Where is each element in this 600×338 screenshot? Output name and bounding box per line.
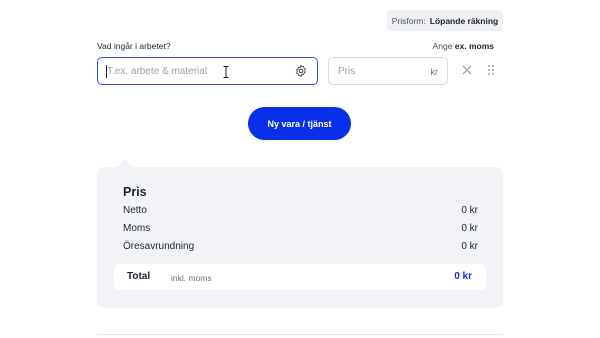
- summary-row-value: 0 kr: [461, 205, 478, 216]
- text-caret: [106, 65, 107, 78]
- pricing-type-value: Löpande räkning: [429, 15, 499, 26]
- drag-handle-icon[interactable]: [486, 64, 496, 76]
- settings-gear-icon[interactable]: [294, 64, 308, 78]
- summary-row-value: 0 kr: [461, 241, 478, 252]
- price-summary-panel: Pris Netto 0 kr Moms 0 kr Öresavrundning…: [97, 159, 503, 308]
- work-description-placeholder: T.ex. arbete & material: [107, 66, 208, 77]
- tax-mode-prefix: Ange: [432, 41, 453, 51]
- work-description-input[interactable]: T.ex. arbete & material: [97, 57, 318, 85]
- panel-pointer: [117, 159, 133, 167]
- close-icon[interactable]: [461, 64, 473, 76]
- tax-mode-value: ex. moms: [454, 41, 494, 51]
- pricing-type-label: Prisform:: [391, 15, 426, 26]
- pricing-type-badge[interactable]: Prisform: Löpande räkning: [387, 10, 503, 31]
- price-placeholder: Pris: [338, 66, 356, 77]
- total-label: Total: [127, 271, 151, 282]
- work-question-label: Vad ingår i arbetet?: [97, 41, 171, 51]
- summary-row-net: Netto 0 kr: [123, 205, 478, 216]
- summary-row-label: Moms: [123, 223, 151, 234]
- summary-row-rounding: Öresavrundning 0 kr: [123, 241, 478, 252]
- price-unit: kr: [430, 67, 439, 77]
- summary-row-label: Öresavrundning: [123, 241, 195, 252]
- text-cursor-icon: [223, 66, 229, 78]
- summary-row-vat: Moms 0 kr: [123, 223, 478, 234]
- total-sublabel: inkl. moms: [171, 272, 212, 283]
- summary-row-label: Netto: [123, 205, 147, 216]
- total-value: 0 kr: [454, 271, 472, 282]
- price-input[interactable]: Pris kr: [328, 57, 448, 85]
- tax-mode-label: Ange ex. moms: [433, 41, 494, 51]
- new-item-button[interactable]: Ny vara / tjänst: [248, 107, 351, 140]
- total-row: Total inkl. moms 0 kr: [114, 264, 486, 290]
- divider: [97, 334, 503, 335]
- summary-row-value: 0 kr: [461, 223, 478, 234]
- price-summary-title: Pris: [123, 185, 147, 199]
